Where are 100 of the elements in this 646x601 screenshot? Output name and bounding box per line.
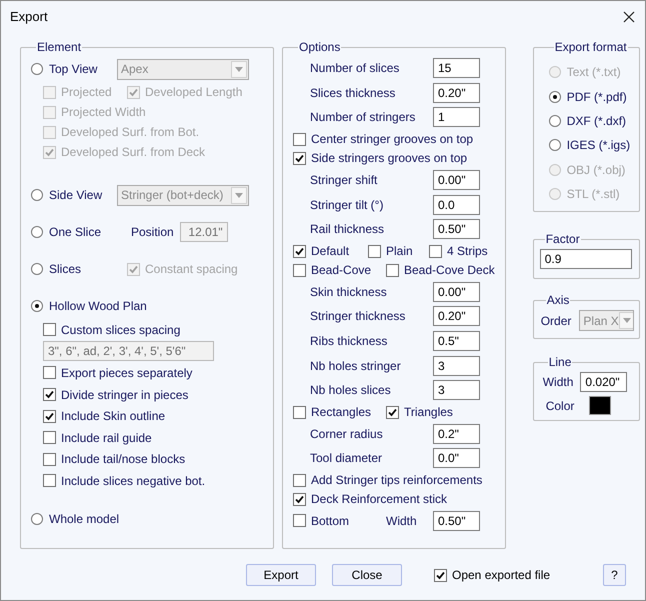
group-title: Element: [36, 39, 82, 56]
input-field[interactable]: 3: [433, 356, 480, 376]
input-field[interactable]: 0.2": [433, 424, 480, 444]
checkbox[interactable]: [293, 474, 306, 487]
checkbox[interactable]: [43, 474, 56, 488]
input-field[interactable]: 0.50": [433, 510, 480, 531]
input-field[interactable]: 1: [433, 107, 480, 128]
radio-button[interactable]: [31, 512, 43, 525]
checkbox-label: Bead-Cove Deck: [404, 262, 495, 280]
checkbox[interactable]: [43, 388, 56, 402]
input-field[interactable]: 0.00": [433, 170, 480, 190]
checkbox[interactable]: [293, 406, 306, 419]
field-label: Number of stringers: [309, 109, 416, 126]
field-label: Width: [542, 374, 574, 391]
field-label: Number of slices: [309, 60, 400, 78]
help-button[interactable]: ?: [603, 564, 626, 586]
radio-label: IGES (*.igs): [566, 137, 630, 154]
group-title: Options: [298, 39, 342, 56]
group-title: Factor: [544, 231, 581, 248]
checkbox[interactable]: [386, 406, 399, 419]
radio-label: STL (*.stl): [566, 186, 620, 204]
radio-label: Whole model: [49, 510, 120, 528]
checkbox[interactable]: [43, 366, 56, 380]
checkbox-label: Bead-Cove: [311, 262, 372, 280]
checkbox-label: Divide stringer in pieces: [61, 386, 188, 404]
radio-button[interactable]: [31, 300, 43, 312]
field-label: Width: [386, 512, 418, 530]
checkbox-label: Constant spacing: [145, 261, 238, 278]
checkbox[interactable]: [43, 431, 56, 444]
field-label: Skin thickness: [309, 284, 388, 301]
checkbox-label: Deck Reinforcement stick: [311, 491, 448, 508]
field-label: Stringer tilt (°): [309, 196, 384, 214]
checkbox-label: Default: [311, 243, 350, 260]
checkbox[interactable]: [293, 514, 306, 528]
radio-button[interactable]: [31, 63, 43, 75]
checkbox[interactable]: [429, 244, 442, 258]
checkbox[interactable]: [293, 152, 306, 165]
checkbox-label: Include tail/nose blocks: [61, 451, 186, 468]
input-field[interactable]: 0.0": [433, 448, 480, 468]
input-field[interactable]: 0.20": [433, 306, 480, 326]
checkbox[interactable]: [293, 244, 306, 258]
dialog-button[interactable]: Export: [246, 564, 316, 586]
checkbox-label: Center stringer grooves on top: [311, 131, 474, 148]
input-field[interactable]: 3: [433, 380, 480, 400]
input-field[interactable]: 0.9: [540, 249, 632, 269]
dropdown-value: Stringer (bot+deck): [120, 187, 224, 204]
caret-icon: [618, 312, 634, 329]
checkbox[interactable]: [386, 264, 399, 277]
close-icon[interactable]: [621, 9, 637, 25]
checkbox-label: Triangles: [404, 404, 453, 422]
input-field[interactable]: 0.0: [433, 194, 480, 215]
checkbox-label: Developed Length: [145, 84, 242, 101]
checkbox[interactable]: [368, 244, 381, 258]
input-field[interactable]: 0.020": [580, 372, 628, 392]
input-field[interactable]: 0.00": [433, 282, 480, 302]
radio-button[interactable]: [31, 189, 43, 201]
radio-button[interactable]: [31, 263, 43, 275]
radio-button[interactable]: [548, 90, 561, 103]
checkbox[interactable]: [293, 492, 306, 506]
dropdown-value: Apex: [120, 61, 148, 78]
checkbox-label: Include slices negative bot.: [61, 472, 206, 490]
dialog-button[interactable]: Close: [332, 564, 402, 586]
checkbox[interactable]: [43, 323, 56, 336]
radio-label: DXF (*.dxf): [566, 112, 626, 130]
checkbox-label: Bottom: [311, 512, 350, 530]
input-field[interactable]: 0.50": [433, 219, 480, 240]
checkbox[interactable]: [43, 410, 56, 423]
checkbox[interactable]: [293, 132, 306, 146]
caret-icon: [231, 60, 247, 78]
radio-label: Hollow Wood Plan: [49, 298, 147, 315]
checkbox[interactable]: [293, 264, 306, 277]
field-label: Stringer thickness: [309, 308, 406, 326]
dropdown-value: Plan X: [582, 312, 619, 330]
input-field[interactable]: 0.20": [433, 82, 480, 103]
group-title: Export format: [554, 39, 628, 56]
radio-label: Side View: [49, 187, 102, 204]
radio-button[interactable]: [31, 226, 43, 238]
radio-label: PDF (*.pdf): [566, 88, 627, 106]
checkbox-label: Projected: [61, 84, 112, 101]
checkbox-label: Custom slices spacing: [61, 322, 180, 339]
radio-label: Top View: [49, 61, 98, 78]
checkbox[interactable]: [43, 452, 56, 466]
group-title: Axis: [546, 292, 570, 309]
checkbox[interactable]: [434, 568, 447, 582]
window-title: Export: [10, 8, 48, 26]
field-label: Position: [131, 224, 174, 241]
radio-button[interactable]: [548, 114, 561, 127]
radio-label: One Slice: [49, 224, 102, 241]
checkbox-label: Plain: [386, 243, 413, 260]
color-swatch[interactable]: [589, 396, 612, 415]
caret-icon: [231, 186, 247, 204]
radio-button[interactable]: [548, 139, 561, 152]
checkbox-label: Add Stringer tips reinforcements: [311, 472, 482, 490]
checkbox-label: Developed Surf. from Deck: [61, 144, 206, 161]
checkbox-label: Projected Width: [61, 104, 146, 121]
field-label: Stringer shift: [309, 172, 378, 190]
group-title: Line: [548, 354, 572, 371]
input-field[interactable]: 15: [433, 58, 480, 78]
input-field[interactable]: 0.5": [433, 331, 480, 352]
field-label: Order: [540, 312, 572, 330]
